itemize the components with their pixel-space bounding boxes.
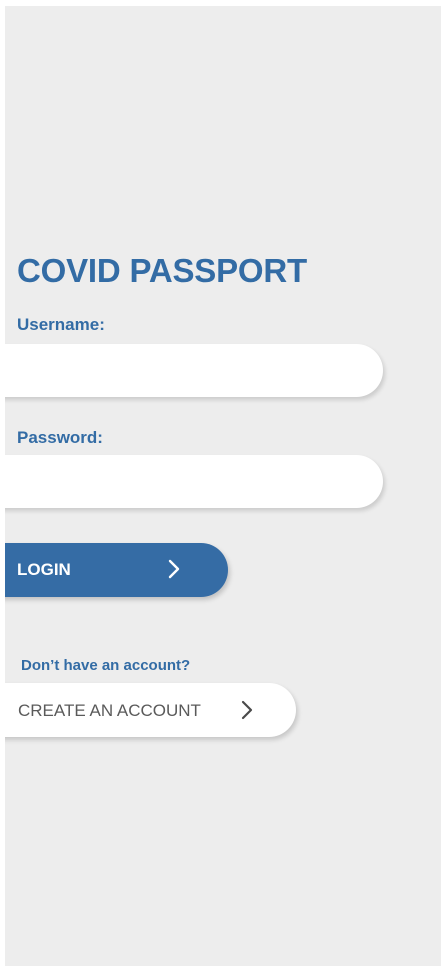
chevron-right-icon <box>241 700 253 720</box>
username-label: Username: <box>17 315 105 334</box>
chevron-right-icon <box>168 559 180 579</box>
no-account-prompt: Don’t have an account? <box>21 657 191 674</box>
password-input[interactable] <box>5 455 383 508</box>
login-screen: COVID PASSPORT Username: Password: LOGIN… <box>5 6 441 966</box>
app-title: COVID PASSPORT <box>17 252 307 289</box>
login-button[interactable]: LOGIN <box>5 543 228 597</box>
create-account-button[interactable]: CREATE AN ACCOUNT <box>5 683 296 737</box>
login-button-label: LOGIN <box>17 560 71 579</box>
create-account-label: CREATE AN ACCOUNT <box>18 701 201 720</box>
password-label: Password: <box>17 428 103 447</box>
username-input[interactable] <box>5 344 383 397</box>
